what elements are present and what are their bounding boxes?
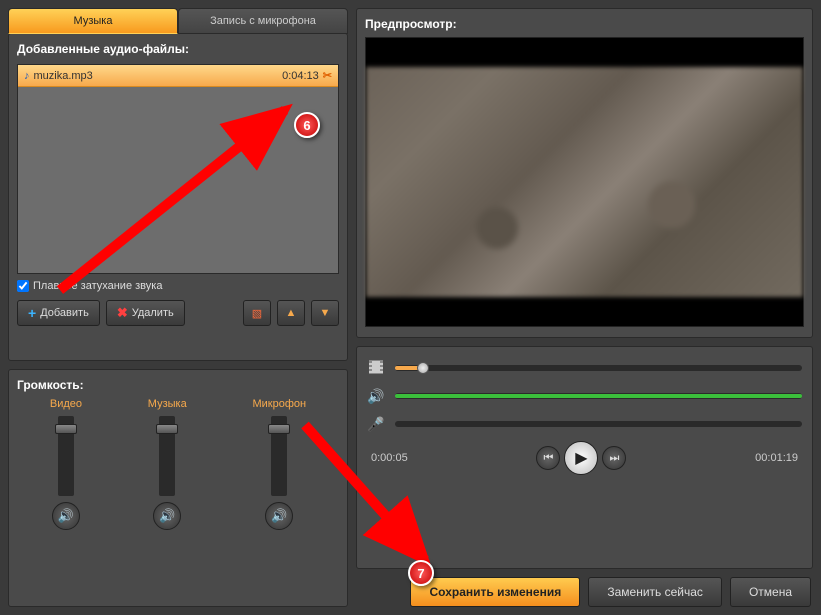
vol-slider-video[interactable] <box>58 416 74 496</box>
next-button[interactable]: ⏭ <box>602 446 626 470</box>
x-icon: ✖ <box>117 305 128 321</box>
added-files-title: Добавленные аудио-файлы: <box>17 42 339 56</box>
up-arrow-icon: ▲ <box>286 307 297 319</box>
delete-button[interactable]: ✖ Удалить <box>106 300 185 326</box>
volume-panel: Громкость: Видео 🔊 Музыка 🔊 <box>8 369 348 607</box>
vol-slider-music[interactable] <box>159 416 175 496</box>
preview-panel: Предпросмотр: <box>356 8 813 338</box>
fade-label: Плавное затухание звука <box>33 280 162 292</box>
video-track[interactable] <box>395 365 802 371</box>
vol-slider-mic[interactable] <box>271 416 287 496</box>
time-total: 00:01:19 <box>755 452 798 464</box>
add-label: Добавить <box>40 307 89 319</box>
added-files-panel: Добавленные аудио-файлы: ♪ muzika.mp3 0:… <box>8 33 348 361</box>
fade-checkbox-row[interactable]: Плавное затухание звука <box>17 280 339 292</box>
play-icon: ▶ <box>575 448 587 468</box>
file-name: muzika.mp3 <box>34 70 283 82</box>
volume-title: Громкость: <box>17 378 339 392</box>
video-preview[interactable] <box>365 37 804 327</box>
mute-music-button[interactable]: 🔊 <box>153 502 181 530</box>
vol-label-mic: Микрофон <box>252 398 306 410</box>
source-tabs: Музыка Запись с микрофона <box>8 8 348 34</box>
music-note-icon: ♪ <box>24 70 30 82</box>
speaker-icon: 🔊 <box>58 508 74 524</box>
skip-fwd-icon: ⏭ <box>609 452 619 465</box>
audio-track[interactable] <box>395 393 802 399</box>
time-current: 0:00:05 <box>371 452 408 464</box>
tab-mic-record[interactable]: Запись с микрофона <box>178 8 348 34</box>
tab-music[interactable]: Музыка <box>8 8 178 34</box>
mic-track[interactable] <box>395 421 802 427</box>
mic-track-icon: 🎤 <box>367 416 385 433</box>
speaker-icon: 🔊 <box>271 508 287 524</box>
skip-back-icon: ⏮ <box>543 452 553 465</box>
preview-title: Предпросмотр: <box>365 17 804 31</box>
annotation-7: 7 <box>408 560 434 586</box>
video-track-icon <box>367 360 385 377</box>
audio-track-icon: 🔊 <box>367 388 385 405</box>
delete-label: Удалить <box>132 307 174 319</box>
file-duration: 0:04:13 <box>282 70 319 82</box>
video-playhead[interactable] <box>417 362 429 374</box>
annotation-6: 6 <box>294 112 320 138</box>
fade-checkbox[interactable] <box>17 280 29 292</box>
move-up-button[interactable]: ▲ <box>277 300 305 326</box>
plus-icon: + <box>28 305 36 321</box>
remove-file-button[interactable]: ▧ <box>243 300 271 326</box>
add-button[interactable]: + Добавить <box>17 300 100 326</box>
file-list[interactable]: ♪ muzika.mp3 0:04:13 ✂ <box>17 64 339 274</box>
prev-button[interactable]: ⏮ <box>536 446 560 470</box>
replace-now-button[interactable]: Заменить сейчас <box>588 577 722 607</box>
file-item[interactable]: ♪ muzika.mp3 0:04:13 ✂ <box>18 65 338 87</box>
vol-label-video: Видео <box>50 398 82 410</box>
timeline-panel: 🔊 🎤 0:00:05 ⏮ ▶ ⏭ 00:01:19 <box>356 346 813 569</box>
speaker-icon: 🔊 <box>159 508 175 524</box>
cancel-button[interactable]: Отмена <box>730 577 811 607</box>
move-down-button[interactable]: ▼ <box>311 300 339 326</box>
remove-file-icon: ▧ <box>252 307 262 320</box>
mute-mic-button[interactable]: 🔊 <box>265 502 293 530</box>
mute-video-button[interactable]: 🔊 <box>52 502 80 530</box>
save-button[interactable]: Сохранить изменения <box>410 577 580 607</box>
scissors-icon[interactable]: ✂ <box>323 69 332 82</box>
play-button[interactable]: ▶ <box>564 441 598 475</box>
down-arrow-icon: ▼ <box>320 307 331 319</box>
vol-label-music: Музыка <box>148 398 187 410</box>
